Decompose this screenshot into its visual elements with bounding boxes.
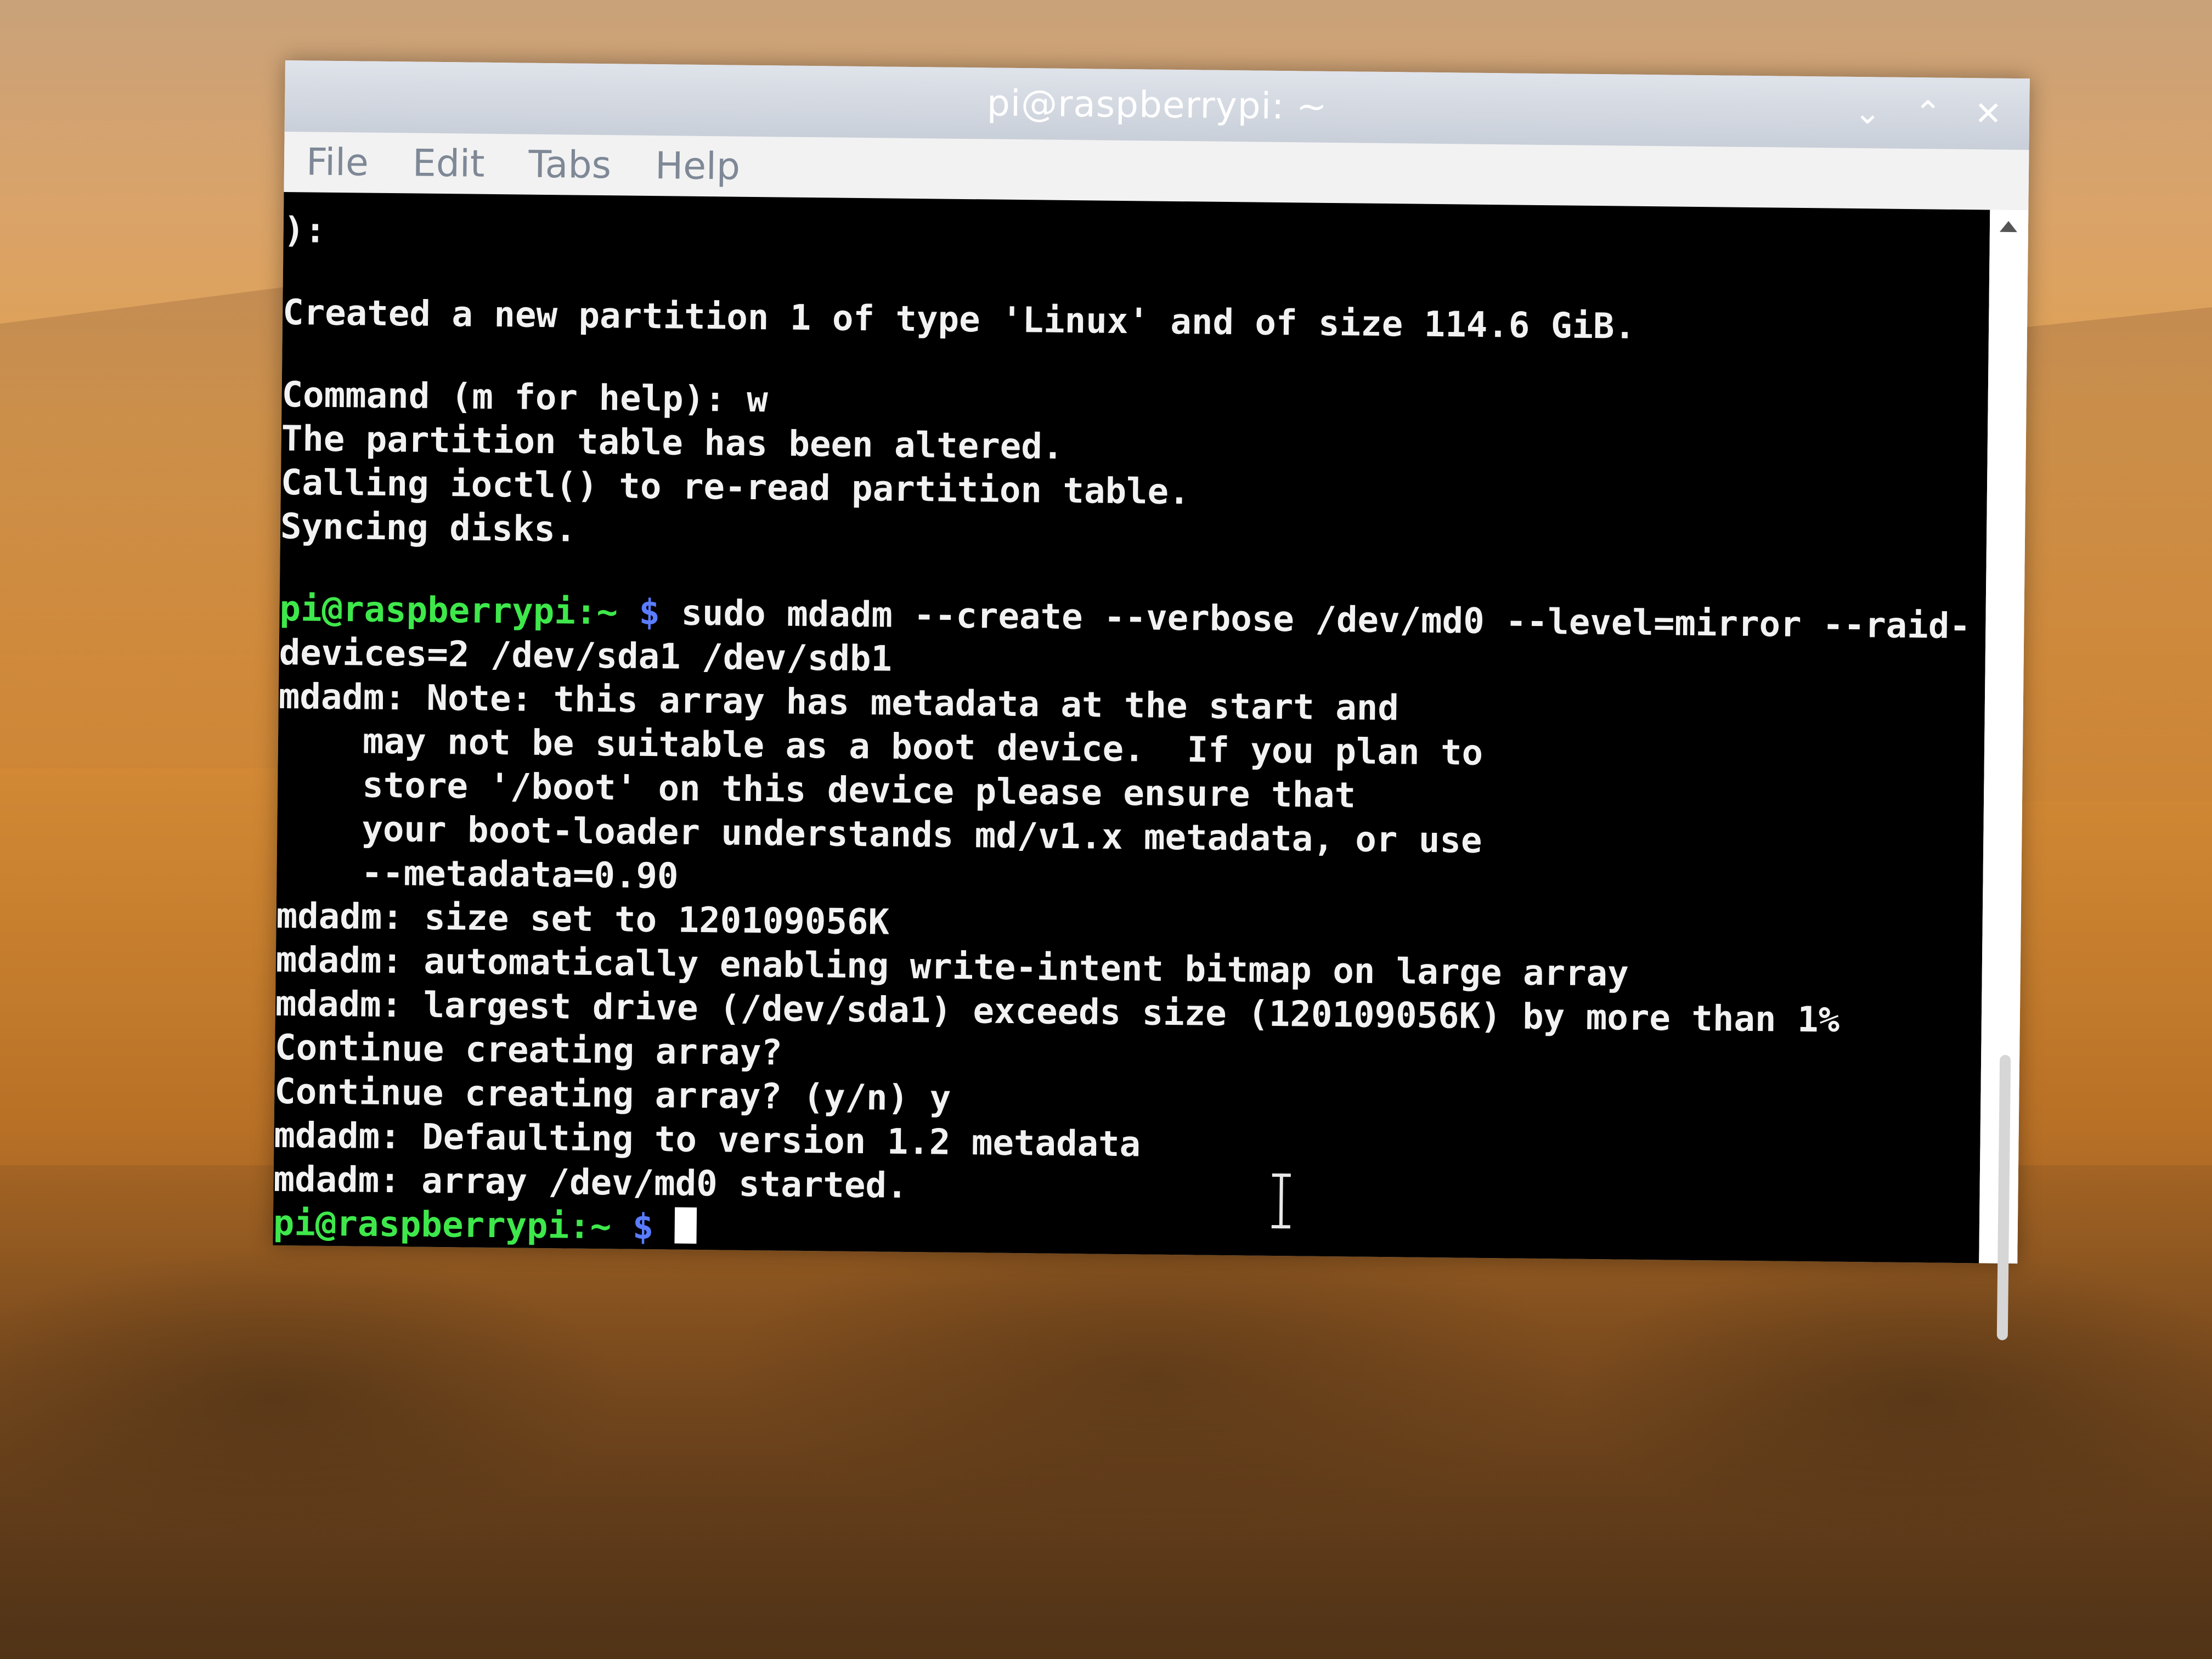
menu-tabs[interactable]: Tabs [528,143,611,187]
terminal-output[interactable]: ): Created a new partition 1 of type 'Li… [273,191,1990,1263]
close-icon[interactable]: ✕ [1969,94,2008,133]
window-controls: ⌄ ⌃ ✕ [1848,93,2008,133]
menu-file[interactable]: File [306,140,369,184]
ibeam-cursor-icon [1277,1173,1285,1229]
final-prompt-symbol: $ [632,1206,654,1248]
menu-help[interactable]: Help [655,144,741,189]
menu-edit[interactable]: Edit [412,142,485,185]
final-prompt-user: pi@raspberrypi:~ [273,1203,612,1248]
text-cursor [674,1207,697,1244]
prompt-symbol: $ [639,592,661,634]
maximize-icon[interactable]: ⌃ [1909,94,1948,133]
minimize-icon[interactable]: ⌄ [1848,93,1887,132]
prompt-user: pi@raspberrypi:~ [279,588,618,633]
scroll-up-icon[interactable] [1999,221,2018,233]
terminal-window[interactable]: pi@raspberrypi: ~ ⌄ ⌃ ✕ File Edit Tabs H… [273,60,2030,1341]
